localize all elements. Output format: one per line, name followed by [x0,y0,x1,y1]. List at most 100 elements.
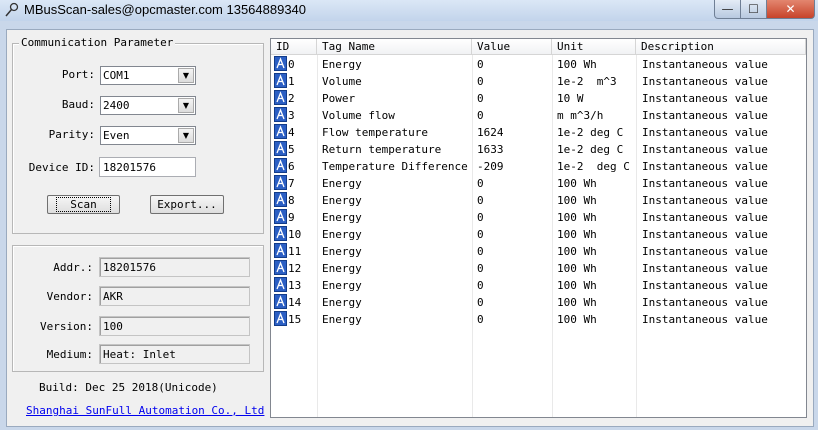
column-header-unit[interactable]: Unit [552,39,636,54]
cell-id: 6 [288,160,295,173]
table-row[interactable]: 5 Return temperature 1633 1e-2 deg C Instant… [271,141,806,158]
table-row[interactable]: 7 Energy 0 100 Wh Instantaneous value [271,175,806,192]
addr-label: Addr.: [53,261,93,274]
cell-unit: 100 Wh [557,262,597,275]
cell-description: Instantaneous value [642,109,768,122]
table-row[interactable]: 15 Energy 0 100 Wh Instantaneous value [271,311,806,328]
cell-value: 0 [477,75,484,88]
tag-icon [274,277,287,292]
cell-unit: 100 Wh [557,296,597,309]
device-id-label: Device ID: [28,161,95,174]
version-value: 100 [103,320,123,333]
cell-value: 0 [477,211,484,224]
cell-id: 12 [288,262,302,275]
table-row[interactable]: 13 Energy 0 100 Wh Instantaneous value [271,277,806,294]
cell-id: 15 [288,313,302,326]
column-header-value[interactable]: Value [472,39,552,54]
vendor-field: AKR [99,286,250,306]
cell-description: Instantaneous value [642,160,768,173]
cell-value: 1624 [477,126,504,139]
company-link[interactable]: Shanghai SunFull Automation Co., Ltd [26,404,264,417]
cell-id: 3 [288,109,295,122]
cell-id: 7 [288,177,295,190]
cell-tag-name: Temperature Difference [322,160,468,173]
port-value: COM1 [103,69,130,82]
cell-tag-name: Energy [322,279,362,292]
export-button-label: Export... [157,198,217,211]
communication-parameter-group: Communication Parameter Port: COM1 ▼ Bau… [12,36,264,234]
export-button[interactable]: Export... [150,195,224,214]
cell-tag-name: Energy [322,177,362,190]
cell-unit: 100 Wh [557,177,597,190]
cell-description: Instantaneous value [642,262,768,275]
column-header-description[interactable]: Description [636,39,806,54]
table-row[interactable]: 4 Flow temperature 1624 1e-2 deg C Instantan… [271,124,806,141]
cell-description: Instantaneous value [642,228,768,241]
cell-tag-name: Energy [322,296,362,309]
group-title: Communication Parameter [19,36,176,49]
port-select[interactable]: COM1 ▼ [100,66,196,85]
minimize-button[interactable]: — [714,0,741,19]
column-header-id[interactable]: ID [271,39,317,54]
cell-tag-name: Energy [322,245,362,258]
table-row[interactable]: 6 Temperature Difference -209 1e-2 deg C Ins… [271,158,806,175]
maximize-icon: ☐ [748,2,759,16]
cell-description: Instantaneous value [642,245,768,258]
chevron-down-icon[interactable]: ▼ [178,98,194,113]
cell-tag-name: Return temperature [322,143,442,156]
tag-icon [274,311,287,326]
table-row[interactable]: 9 Energy 0 100 Wh Instantaneous value [271,209,806,226]
column-header-tag-name[interactable]: Tag Name [317,39,472,54]
table-row[interactable]: 1 Volume 0 1e-2 m^3 Instantaneous value [271,73,806,90]
device-info-group: Addr.: 18201576 Vendor: AKR Version: 100… [12,245,264,372]
cell-id: 9 [288,211,295,224]
version-label: Version: [40,320,93,333]
scan-button[interactable]: Scan [47,195,120,214]
minimize-icon: — [721,2,734,16]
baud-label: Baud: [61,98,95,111]
table-row[interactable]: 0 Energy 0 100 Wh Instantaneous value [271,56,806,73]
cell-description: Instantaneous value [642,126,768,139]
baud-select[interactable]: 2400 ▼ [100,96,196,115]
chevron-down-icon[interactable]: ▼ [178,68,194,83]
table-row[interactable]: 11 Energy 0 100 Wh Instantaneous value [271,243,806,260]
table-row[interactable]: 10 Energy 0 100 Wh Instantaneous value [271,226,806,243]
device-id-input[interactable] [100,158,195,176]
cell-tag-name: Volume [322,75,362,88]
table-row[interactable]: 8 Energy 0 100 Wh Instantaneous value [271,192,806,209]
table-row[interactable]: 14 Energy 0 100 Wh Instantaneous value [271,294,806,311]
tag-icon [274,158,287,173]
medium-value: Heat: Inlet [103,348,176,361]
table-row[interactable]: 12 Energy 0 100 Wh Instantaneous value [271,260,806,277]
addr-field: 18201576 [99,257,250,277]
tag-icon [274,90,287,105]
cell-value: 0 [477,313,484,326]
port-label: Port: [61,68,95,81]
cell-id: 1 [288,75,295,88]
tag-icon [274,243,287,258]
cell-value: 0 [477,296,484,309]
cell-id: 14 [288,296,302,309]
baud-value: 2400 [103,99,130,112]
device-id-field[interactable] [99,157,196,177]
parity-select[interactable]: Even ▼ [100,126,196,145]
version-field: 100 [99,316,250,336]
vendor-value: AKR [103,290,123,303]
parity-label: Parity: [48,128,95,141]
cell-value: 0 [477,262,484,275]
close-button[interactable]: ✕ [766,0,815,19]
chevron-down-icon[interactable]: ▼ [178,128,194,143]
cell-description: Instantaneous value [642,313,768,326]
table-row[interactable]: 3 Volume flow 0 m m^3/h Instantaneous value [271,107,806,124]
maximize-button[interactable]: ☐ [740,0,767,19]
tag-icon [274,107,287,122]
table-row[interactable]: 2 Power 0 10 W Instantaneous value [271,90,806,107]
tag-list-view[interactable]: ID Tag Name Value Unit Description 0 Ener… [270,38,807,418]
cell-unit: 100 Wh [557,279,597,292]
tag-icon [274,294,287,309]
cell-value: 0 [477,177,484,190]
cell-value: 0 [477,109,484,122]
cell-value: 0 [477,92,484,105]
cell-description: Instantaneous value [642,143,768,156]
tag-icon [274,192,287,207]
